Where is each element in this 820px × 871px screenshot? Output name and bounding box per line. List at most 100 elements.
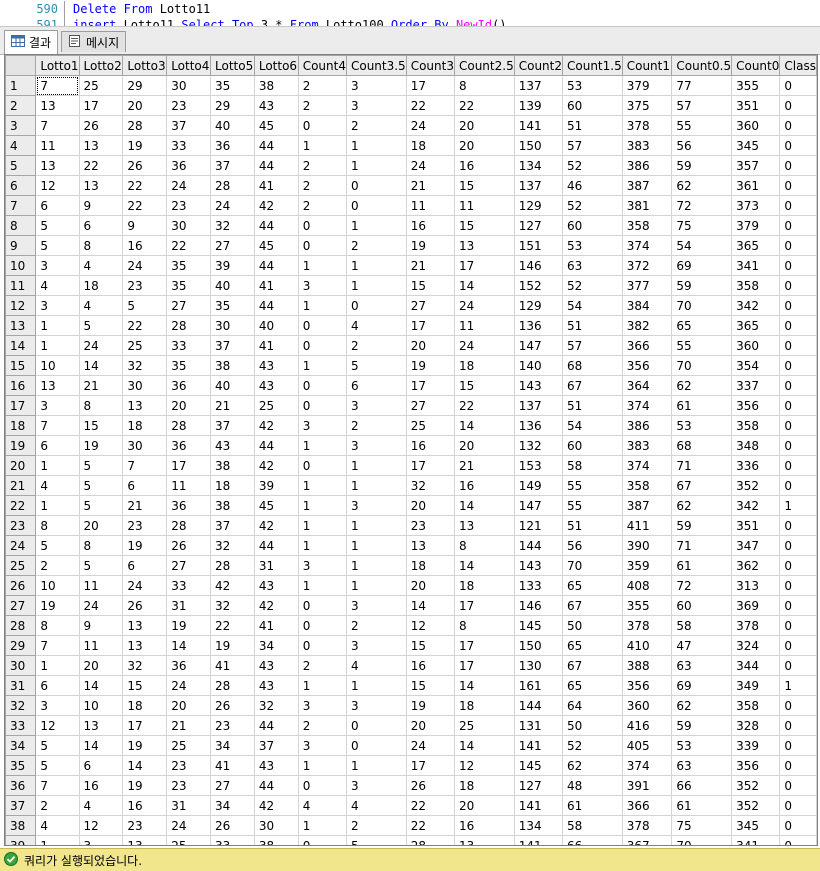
grid-cell[interactable]: 46 bbox=[562, 175, 623, 196]
grid-cell[interactable]: 3 bbox=[345, 75, 407, 96]
grid-cell[interactable]: 6 bbox=[78, 215, 124, 236]
grid-cell[interactable]: 70 bbox=[671, 835, 733, 845]
grid-cell[interactable]: 14 bbox=[122, 755, 168, 776]
grid-cell[interactable]: 0 bbox=[297, 775, 347, 796]
grid-cell[interactable]: 66 bbox=[562, 835, 623, 845]
grid-cell[interactable]: 15 bbox=[405, 275, 455, 296]
row-number[interactable]: 18 bbox=[5, 415, 37, 436]
grid-cell[interactable]: 8 bbox=[78, 395, 124, 416]
grid-cell[interactable]: 20 bbox=[453, 795, 515, 816]
grid-cell[interactable]: 26 bbox=[122, 595, 168, 616]
row-number[interactable]: 5 bbox=[5, 155, 37, 176]
grid-cell[interactable]: 339 bbox=[731, 735, 781, 756]
grid-cell[interactable]: 42 bbox=[253, 415, 299, 436]
grid-cell[interactable]: 15 bbox=[78, 415, 124, 436]
grid-cell[interactable]: 136 bbox=[513, 315, 564, 336]
grid-cell[interactable]: 13 bbox=[122, 395, 168, 416]
grid-cell[interactable]: 16 bbox=[453, 475, 515, 496]
grid-cell[interactable]: 25 bbox=[166, 835, 212, 845]
grid-cell[interactable]: 12 bbox=[78, 815, 124, 836]
grid-cell[interactable]: 26 bbox=[78, 115, 124, 136]
row-number[interactable]: 37 bbox=[5, 795, 37, 816]
table-row[interactable]: 4 11 13 19 33 36 44 1 1 18 20 150 57 383 56 345 0 bbox=[5, 135, 817, 156]
grid-cell[interactable]: 36 bbox=[166, 375, 212, 396]
grid-cell[interactable]: 27 bbox=[405, 395, 455, 416]
grid-cell[interactable]: 28 bbox=[210, 175, 255, 196]
grid-cell[interactable]: 358 bbox=[621, 475, 673, 496]
grid-cell[interactable]: 44 bbox=[253, 435, 299, 456]
grid-cell[interactable]: 6 bbox=[345, 375, 407, 396]
grid-cell[interactable]: 4 bbox=[35, 275, 80, 296]
grid-cell[interactable]: 54 bbox=[671, 235, 733, 256]
grid-cell[interactable]: 2 bbox=[297, 155, 347, 176]
grid-cell[interactable]: 38 bbox=[210, 455, 255, 476]
grid-cell[interactable]: 1 bbox=[345, 675, 407, 696]
row-number[interactable]: 15 bbox=[5, 355, 37, 376]
row-number[interactable]: 24 bbox=[5, 535, 37, 556]
column-header-lotto6[interactable]: Lotto6 bbox=[253, 55, 299, 76]
grid-cell[interactable]: 3 bbox=[297, 415, 347, 436]
grid-cell[interactable]: 13 bbox=[35, 155, 80, 176]
grid-cell[interactable]: 5 bbox=[122, 295, 168, 316]
grid-cell[interactable]: 65 bbox=[562, 675, 623, 696]
grid-cell[interactable]: 20 bbox=[405, 495, 455, 516]
grid-cell[interactable]: 53 bbox=[671, 415, 733, 436]
grid-cell[interactable]: 3 bbox=[35, 395, 80, 416]
grid-cell[interactable]: 67 bbox=[562, 655, 623, 676]
results-grid[interactable]: Lotto1 Lotto2 Lotto3 Lotto4 Lotto5 Lotto6 Coun… bbox=[4, 54, 818, 846]
grid-corner[interactable] bbox=[5, 55, 37, 76]
grid-cell[interactable]: 35 bbox=[166, 255, 212, 276]
grid-cell[interactable]: 18 bbox=[122, 695, 168, 716]
row-number[interactable]: 38 bbox=[5, 815, 37, 836]
grid-cell[interactable]: 0 bbox=[779, 295, 817, 316]
grid-cell[interactable]: 361 bbox=[731, 175, 781, 196]
grid-cell[interactable]: 145 bbox=[513, 615, 564, 636]
grid-cell[interactable]: 6 bbox=[122, 475, 168, 496]
grid-cell[interactable]: 7 bbox=[35, 75, 80, 96]
grid-cell[interactable]: 45 bbox=[253, 235, 299, 256]
grid-cell[interactable]: 0 bbox=[297, 315, 347, 336]
grid-cell[interactable]: 16 bbox=[78, 775, 124, 796]
row-number[interactable]: 6 bbox=[5, 175, 37, 196]
grid-cell[interactable]: 11 bbox=[453, 195, 515, 216]
grid-cell[interactable]: 147 bbox=[513, 495, 564, 516]
grid-cell[interactable]: 360 bbox=[731, 115, 781, 136]
grid-cell[interactable]: 328 bbox=[731, 715, 781, 736]
grid-cell[interactable]: 20 bbox=[78, 515, 124, 536]
grid-cell[interactable]: 22 bbox=[405, 95, 455, 116]
table-row[interactable]: 22 1 5 21 36 38 45 1 3 20 14 147 55 387 62 342 1 bbox=[5, 495, 817, 516]
grid-cell[interactable]: 22 bbox=[122, 315, 168, 336]
grid-cell[interactable]: 0 bbox=[779, 255, 817, 276]
grid-cell[interactable]: 337 bbox=[731, 375, 781, 396]
grid-cell[interactable]: 141 bbox=[513, 115, 564, 136]
grid-cell[interactable]: 355 bbox=[621, 595, 673, 616]
grid-cell[interactable]: 355 bbox=[731, 75, 781, 96]
grid-cell[interactable]: 373 bbox=[731, 195, 781, 216]
grid-cell[interactable]: 0 bbox=[779, 575, 817, 596]
grid-cell[interactable]: 59 bbox=[671, 515, 733, 536]
grid-cell[interactable]: 19 bbox=[122, 735, 168, 756]
grid-cell[interactable]: 377 bbox=[621, 275, 673, 296]
column-header-lotto1[interactable]: Lotto1 bbox=[35, 55, 80, 76]
column-header-lotto4[interactable]: Lotto4 bbox=[166, 55, 212, 76]
grid-cell[interactable]: 28 bbox=[166, 415, 212, 436]
row-number[interactable]: 28 bbox=[5, 615, 37, 636]
grid-cell[interactable]: 58 bbox=[562, 815, 623, 836]
row-number[interactable]: 35 bbox=[5, 755, 37, 776]
grid-cell[interactable]: 43 bbox=[210, 435, 255, 456]
grid-cell[interactable]: 23 bbox=[210, 715, 255, 736]
grid-cell[interactable]: 386 bbox=[621, 155, 673, 176]
grid-cell[interactable]: 136 bbox=[513, 415, 564, 436]
grid-cell[interactable]: 18 bbox=[453, 355, 515, 376]
grid-cell[interactable]: 35 bbox=[210, 295, 255, 316]
grid-cell[interactable]: 11 bbox=[166, 475, 212, 496]
column-header-count3[interactable]: Count3 bbox=[405, 55, 455, 76]
grid-cell[interactable]: 5 bbox=[35, 735, 80, 756]
row-number[interactable]: 22 bbox=[5, 495, 37, 516]
grid-cell[interactable]: 358 bbox=[731, 275, 781, 296]
row-number[interactable]: 25 bbox=[5, 555, 37, 576]
grid-cell[interactable]: 25 bbox=[405, 415, 455, 436]
column-header-count1-5[interactable]: Count1.5 bbox=[562, 55, 623, 76]
grid-cell[interactable]: 75 bbox=[671, 815, 733, 836]
grid-cell[interactable]: 5 bbox=[35, 755, 80, 776]
